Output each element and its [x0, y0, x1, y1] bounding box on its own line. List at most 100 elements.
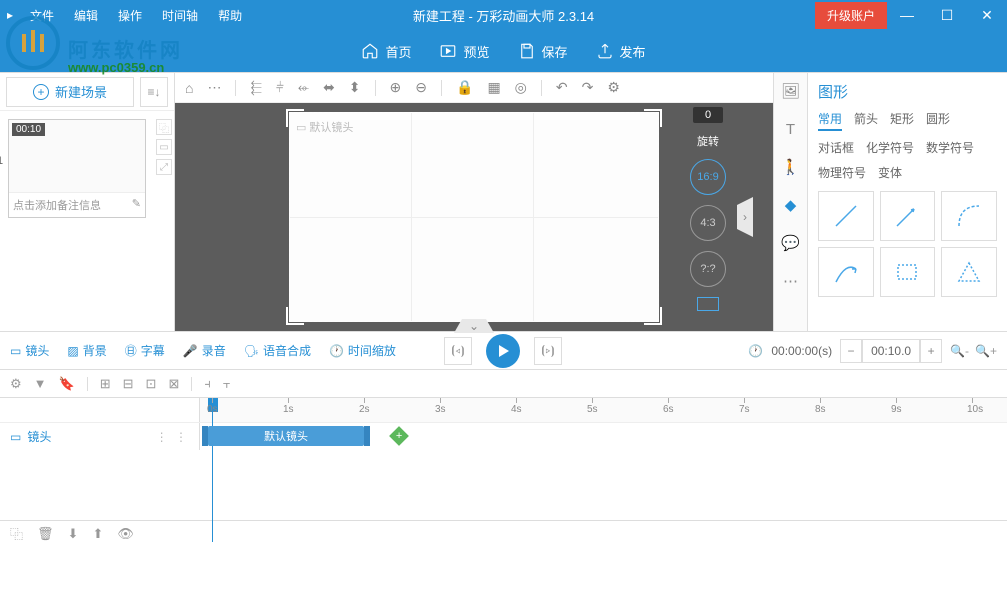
tl-align4-icon[interactable]: ⊠	[168, 376, 179, 392]
canvas-frame[interactable]: ▭ 默认镜头	[289, 112, 659, 322]
settings-icon[interactable]: ⚙	[607, 79, 620, 96]
tl-filter-icon[interactable]: ▼	[34, 376, 47, 391]
plus-icon: +	[33, 84, 49, 100]
chat-tool-icon[interactable]: 💬	[779, 231, 803, 255]
bg-button[interactable]: ▨背景	[67, 342, 106, 359]
sort-scenes-button[interactable]: ≡↓	[140, 77, 168, 107]
timeline-clip[interactable]: 默认镜头	[208, 426, 364, 446]
time-increase[interactable]: +	[920, 339, 942, 363]
align-left-icon[interactable]: ⬱	[250, 79, 261, 96]
redo-icon[interactable]: ↷	[582, 79, 594, 96]
tl-bookmark-icon[interactable]: 🔖	[59, 376, 75, 392]
undo-icon[interactable]: ↶	[556, 79, 568, 96]
bb-visibility-icon[interactable]: 👁	[117, 526, 134, 542]
character-tool-icon[interactable]: 🚶	[779, 155, 803, 179]
cat-physics[interactable]: 物理符号	[818, 164, 866, 181]
shape-line[interactable]	[818, 191, 874, 241]
menu-file[interactable]: 文件	[20, 7, 64, 24]
menu-help[interactable]: 帮助	[208, 7, 252, 24]
zoom-out-timeline-icon[interactable]: 🔍-	[950, 344, 969, 358]
add-keyframe-button[interactable]	[389, 426, 409, 446]
align-right-icon[interactable]: ⬰	[298, 79, 309, 96]
scene-note-input[interactable]: 点击添加备注信息 ✎	[9, 192, 145, 217]
track-label[interactable]: ▭ 镜头 ⋮ ⋮	[0, 423, 200, 450]
shape-curve[interactable]	[818, 247, 874, 297]
bb-down-icon[interactable]: ⬇	[68, 526, 79, 542]
lock-icon[interactable]: 🔒	[456, 79, 473, 96]
tl-align3-icon[interactable]: ⊡	[146, 376, 157, 392]
scene-thumbnail[interactable]: 1 00:10 点击添加备注信息 ✎	[8, 119, 146, 218]
cat-dialog[interactable]: 对话框	[818, 139, 854, 156]
tl-align1-icon[interactable]: ⊞	[100, 376, 111, 392]
copy-scene-icon[interactable]: ⿻	[156, 119, 172, 135]
text-tool-icon[interactable]: T	[779, 117, 803, 141]
rotate-value[interactable]: 0	[693, 107, 723, 123]
cat-variant[interactable]: 变体	[878, 164, 902, 181]
shape-rect-dashed[interactable]	[880, 247, 936, 297]
bb-delete-icon[interactable]: 🗑	[37, 526, 54, 542]
layers-icon[interactable]: ▦	[487, 79, 500, 96]
maximize-button[interactable]: ☐	[927, 0, 967, 30]
save-button[interactable]: 保存	[518, 42, 568, 61]
prev-frame-button[interactable]: ⦗◃⦘	[444, 337, 472, 365]
bb-copy-icon[interactable]: ⿻	[10, 524, 23, 543]
bb-up-icon[interactable]: ⬆	[92, 526, 103, 542]
tl-split2-icon[interactable]: ⫟	[223, 376, 231, 392]
record-button[interactable]: 🎤录音	[183, 342, 226, 359]
cat-arrow[interactable]: 箭头	[854, 110, 878, 131]
publish-button[interactable]: 发布	[596, 42, 646, 61]
canvas-viewport[interactable]: ▭ 默认镜头 0 旋转 16:9 4:3 ?:? › ⌄	[175, 103, 773, 331]
cat-rect[interactable]: 矩形	[890, 110, 914, 131]
time-decrease[interactable]: −	[840, 339, 862, 363]
ratio-custom[interactable]: ?:?	[690, 251, 726, 287]
caption-button[interactable]: ㊐字幕	[125, 342, 165, 359]
tool-home-icon[interactable]: ⌂	[185, 80, 193, 96]
zoom-in-timeline-icon[interactable]: 🔍+	[975, 344, 997, 358]
expand-right-handle[interactable]: ›	[737, 197, 753, 237]
tool-more-icon[interactable]: ⋯	[207, 79, 221, 96]
minimize-button[interactable]: ―	[887, 0, 927, 30]
timescale-button[interactable]: 🕐时间缩放	[329, 342, 396, 359]
cat-chem[interactable]: 化学符号	[866, 139, 914, 156]
template-scene-icon[interactable]: ▭	[156, 139, 172, 155]
preview-button[interactable]: 预览	[439, 42, 489, 61]
new-scene-button[interactable]: + 新建场景	[6, 77, 134, 107]
next-frame-button[interactable]: ⦗▹⦘	[534, 337, 562, 365]
collapse-menu-icon[interactable]: ▸	[0, 8, 20, 22]
menu-action[interactable]: 操作	[108, 7, 152, 24]
ratio-16-9[interactable]: 16:9	[690, 159, 726, 195]
shape-arrow-line[interactable]	[880, 191, 936, 241]
shape-triangle-dashed[interactable]	[941, 247, 997, 297]
camera-button[interactable]: ▭镜头	[10, 342, 49, 359]
close-button[interactable]: ✕	[967, 0, 1007, 30]
total-time[interactable]: 00:10.0	[862, 339, 920, 363]
distribute-v-icon[interactable]: ⬍	[349, 79, 361, 96]
target-icon[interactable]: ◎	[515, 79, 527, 96]
tl-align2-icon[interactable]: ⊟	[123, 376, 134, 392]
expand-scene-icon[interactable]: ⤢	[156, 159, 172, 175]
tts-button[interactable]: 🗣语音合成	[244, 342, 311, 359]
timeline-ruler[interactable]: 0s 1s 2s 3s 4s 5s 6s 7s 8s 9s 10s	[200, 398, 1007, 422]
frame-icon[interactable]	[697, 297, 719, 311]
upgrade-button[interactable]: 升级账户	[815, 2, 887, 29]
image-tool-icon[interactable]: 🖼	[779, 79, 803, 103]
tl-split1-icon[interactable]: ⫞	[204, 376, 211, 392]
cat-common[interactable]: 常用	[818, 110, 842, 131]
tl-settings-icon[interactable]: ⚙	[10, 376, 22, 392]
menu-timeline[interactable]: 时间轴	[152, 7, 208, 24]
clip-end-handle[interactable]	[364, 426, 370, 446]
distribute-h-icon[interactable]: ⬌	[323, 79, 335, 96]
align-center-icon[interactable]: ⫩	[276, 79, 284, 96]
ratio-4-3[interactable]: 4:3	[690, 205, 726, 241]
menu-edit[interactable]: 编辑	[64, 7, 108, 24]
zoom-in-icon[interactable]: ⊕	[390, 79, 402, 96]
zoom-out-icon[interactable]: ⊖	[415, 79, 427, 96]
play-button[interactable]	[486, 334, 520, 368]
shape-tool-icon[interactable]: ◆	[779, 193, 803, 217]
more-tool-icon[interactable]: ⋯	[779, 269, 803, 293]
home-button[interactable]: 首页	[361, 42, 411, 61]
shape-arc[interactable]	[941, 191, 997, 241]
cat-math[interactable]: 数学符号	[926, 139, 974, 156]
track-options-icon[interactable]: ⋮ ⋮	[156, 430, 189, 444]
cat-circle[interactable]: 圆形	[926, 110, 950, 131]
